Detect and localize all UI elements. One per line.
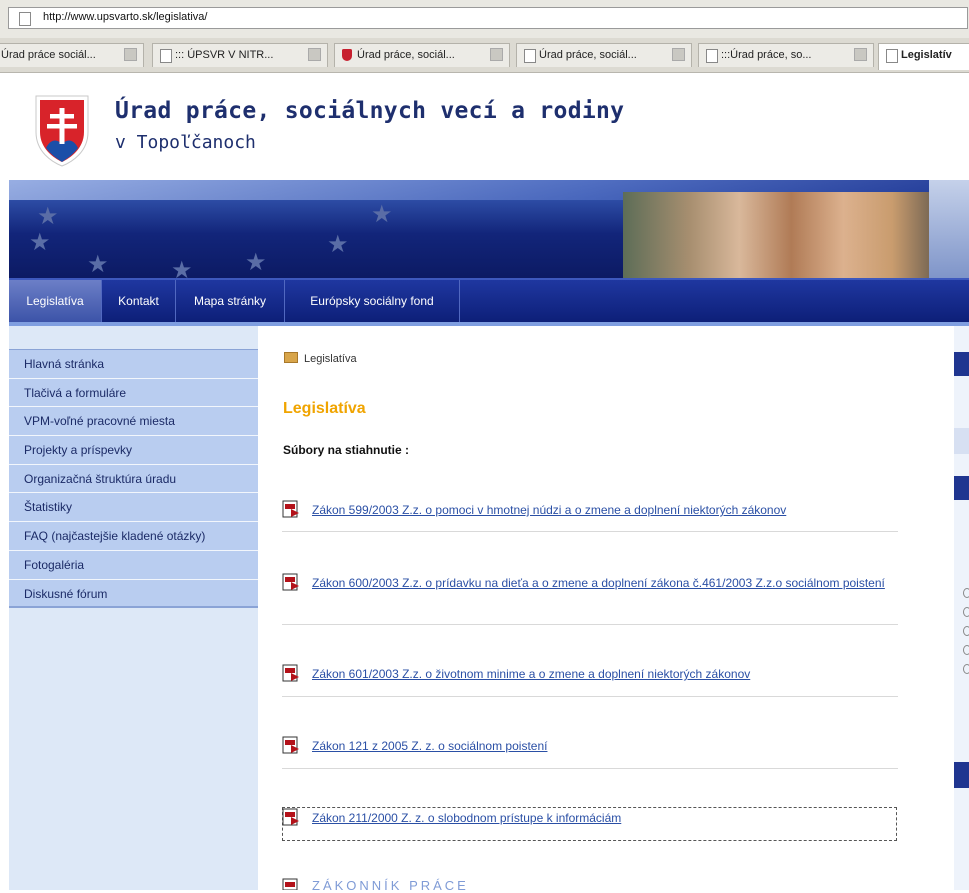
eu-star-icon: ★ (245, 248, 267, 276)
document-link[interactable]: Zákon 601/2003 Z.z. o životnom minime a … (312, 665, 892, 683)
page-icon (160, 49, 172, 63)
sidebar-item-fotogaleria[interactable]: Fotogaléria (9, 550, 258, 580)
tab-5[interactable]: :::Úrad práce, so... (698, 43, 874, 67)
sidebar-item-statistiky[interactable]: Štatistiky (9, 493, 258, 523)
radio-button[interactable] (963, 645, 969, 655)
right-panel-box (954, 428, 969, 454)
tab-strip: Úrad práce sociál... ::: ÚPSVR V NITR...… (0, 38, 969, 73)
pdf-icon (282, 664, 299, 682)
sidebar-item-organizacna-struktura[interactable]: Organizačná štruktúra úradu (9, 464, 258, 494)
right-panel-header (954, 352, 969, 376)
radio-button[interactable] (963, 607, 969, 617)
document-link[interactable]: Zákon 599/2003 Z.z. o pomoci v hmotnej n… (312, 501, 892, 519)
tab-2[interactable]: ::: ÚPSVR V NITR... (152, 43, 328, 67)
header-banner: ★ ★ ★ ★ ★ ★ ★ (9, 180, 969, 278)
address-bar[interactable]: http://www.upsvarto.sk/legislativa/ (8, 7, 968, 29)
divider (282, 696, 898, 697)
site-subtitle: v Topoľčanoch (115, 132, 256, 153)
right-panel-header (954, 476, 969, 500)
family-photo (623, 192, 929, 278)
coat-of-arms-logo (35, 95, 89, 167)
address-bar-area: http://www.upsvarto.sk/legislativa/ (0, 0, 969, 39)
nav-item-mapa-stranky[interactable]: Mapa stránky (176, 280, 285, 322)
sidebar-item-diskusne-forum[interactable]: Diskusné fórum (9, 579, 258, 609)
tab-active[interactable]: Legislatív (878, 43, 969, 70)
downloads-label: Súbory na stiahnutie : (283, 443, 410, 457)
sidebar-item-vpm[interactable]: VPM-voľné pracovné miesta (9, 407, 258, 437)
eu-star-icon: ★ (29, 228, 51, 256)
main-navigation: Legislatíva Kontakt Mapa stránky Európsk… (9, 278, 969, 322)
nav-item-kontakt[interactable]: Kontakt (102, 280, 176, 322)
radio-button[interactable] (963, 626, 969, 636)
sidebar-item-faq[interactable]: FAQ (najčastejšie kladené otázky) (9, 522, 258, 551)
eu-star-icon: ★ (87, 250, 109, 278)
pdf-icon (282, 573, 299, 591)
right-panel-header (954, 762, 969, 788)
sidebar-item-projekty[interactable]: Projekty a príspevky (9, 436, 258, 465)
divider (282, 768, 898, 769)
tab-1[interactable]: Úrad práce sociál... (0, 43, 144, 67)
tab-close-icon[interactable] (308, 48, 321, 61)
divider (282, 531, 898, 532)
tab-3[interactable]: Úrad práce, sociál... (334, 43, 510, 67)
pdf-icon (282, 736, 299, 754)
breadcrumb: Legislatíva (304, 353, 357, 365)
folder-icon (284, 352, 298, 363)
document-link[interactable]: Zákon 211/2000 Z. z. o slobodnom prístup… (312, 809, 892, 827)
shield-icon (342, 49, 352, 61)
site-title: Úrad práce, sociálnych vecí a rodiny (115, 98, 625, 124)
eu-star-icon: ★ (171, 256, 193, 278)
nav-item-legislativa[interactable]: Legislatíva (9, 280, 102, 322)
building-image (929, 180, 969, 278)
tab-close-icon[interactable] (490, 48, 503, 61)
eu-star-icon: ★ (37, 202, 59, 230)
tab-4[interactable]: Úrad práce, sociál... (516, 43, 692, 67)
document-link-partial[interactable]: ZÁKONNÍK PRÁCE (312, 878, 469, 893)
pdf-icon (282, 878, 298, 890)
tab-close-icon[interactable] (854, 48, 867, 61)
tab-close-icon[interactable] (124, 48, 137, 61)
url-text: http://www.upsvarto.sk/legislativa/ (43, 11, 208, 23)
document-link[interactable]: Zákon 121 z 2005 Z. z. o sociálnom poist… (312, 737, 892, 755)
pdf-icon (282, 808, 299, 826)
page-icon (19, 12, 31, 26)
radio-button[interactable] (963, 588, 969, 598)
sidebar-menu: Hlavná stránka Tlačivá a formuláre VPM-v… (9, 349, 258, 609)
nav-item-europsky-socialny-fond[interactable]: Európsky sociálny fond (285, 280, 460, 322)
sidebar-item-hlavna-stranka[interactable]: Hlavná stránka (9, 350, 258, 379)
eu-star-icon: ★ (371, 200, 393, 228)
divider (282, 624, 898, 625)
sidebar-item-tlaciva[interactable]: Tlačivá a formuláre (9, 378, 258, 408)
page-icon (706, 49, 718, 63)
document-link[interactable]: Zákon 600/2003 Z.z. o prídavku na dieťa … (312, 574, 892, 592)
radio-button[interactable] (963, 664, 969, 674)
tab-close-icon[interactable] (672, 48, 685, 61)
page-title: Legislatíva (283, 400, 366, 417)
pdf-icon (282, 500, 299, 518)
eu-star-icon: ★ (327, 230, 349, 258)
page-icon (524, 49, 536, 63)
page-icon (886, 49, 898, 63)
